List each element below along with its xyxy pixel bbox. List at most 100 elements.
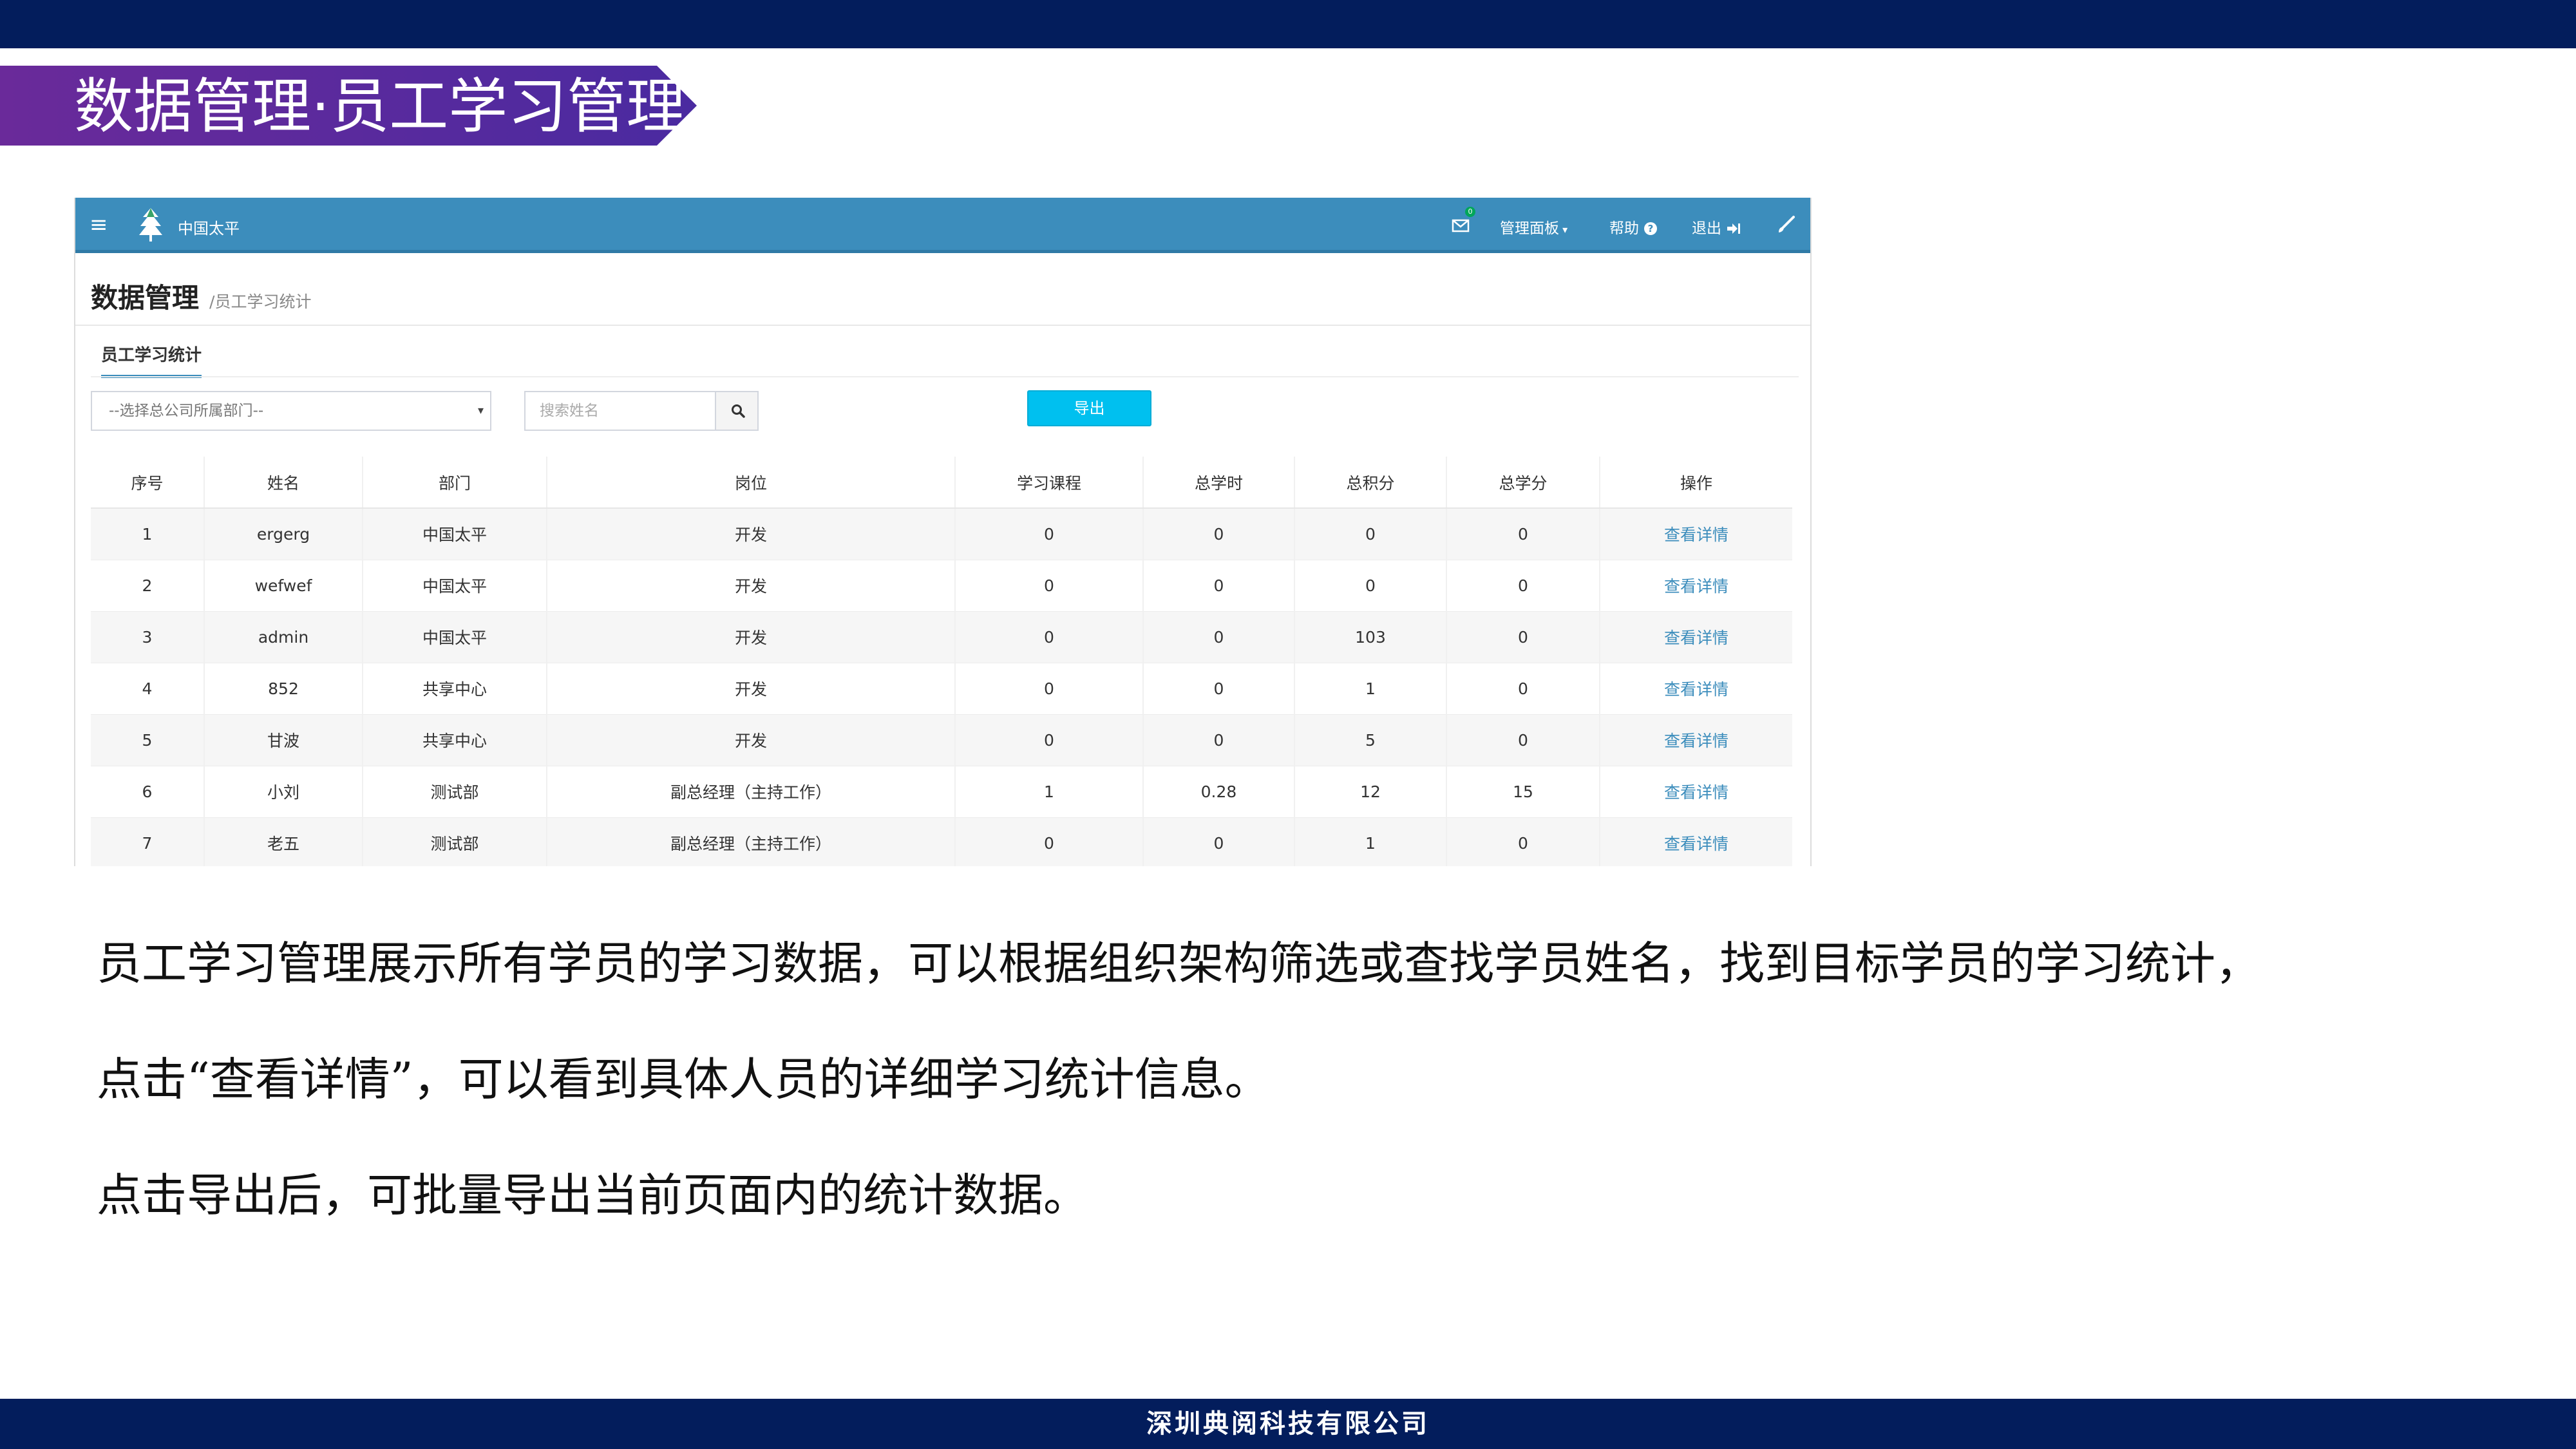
cell-hours: 0: [1142, 817, 1294, 866]
cell-points: 5: [1294, 714, 1446, 766]
department-select[interactable]: --选择总公司所属部门-- ▾: [91, 391, 491, 431]
app-navbar: ≡ 中国太平 0 管理面板 ▾ 帮助 ? 退出: [75, 198, 1810, 253]
company-name: 深圳典阅科技有限公司: [1146, 1408, 1430, 1439]
col-index[interactable]: 序号: [91, 457, 204, 509]
view-details-link[interactable]: 查看详情: [1599, 817, 1792, 866]
col-hours[interactable]: 总学时: [1142, 457, 1294, 509]
col-credits[interactable]: 总学分: [1446, 457, 1600, 509]
caret-down-icon: ▾: [477, 404, 484, 417]
cell-credits: 0: [1446, 611, 1600, 663]
view-details-link[interactable]: 查看详情: [1599, 559, 1792, 611]
table-row: 7 老五 测试部 副总经理（主持工作） 0 0 1 0 查看详情: [91, 817, 1792, 866]
cell-hours: 0: [1142, 507, 1294, 560]
cell-position: 开发: [546, 507, 955, 560]
col-action: 操作: [1599, 457, 1792, 509]
view-details-link[interactable]: 查看详情: [1599, 611, 1792, 663]
cell-name: 852: [204, 662, 363, 714]
col-name[interactable]: 姓名: [204, 457, 363, 509]
tab-divider: [91, 376, 1799, 377]
page-title: 数据管理: [91, 282, 200, 314]
tree-logo-icon: [139, 208, 162, 242]
cell-hours: 0: [1142, 611, 1294, 663]
table-row: 6 小刘 测试部 副总经理（主持工作） 1 0.28 12 15 查看详情: [91, 765, 1792, 817]
svg-text:?: ?: [1648, 223, 1654, 234]
cell-index: 1: [91, 507, 204, 560]
export-button[interactable]: 导出: [1027, 390, 1151, 426]
cell-courses: 0: [954, 507, 1143, 560]
cell-dept: 中国太平: [362, 611, 547, 663]
cell-points: 103: [1294, 611, 1446, 663]
search-button[interactable]: [715, 391, 759, 431]
table-row: 2 wefwef 中国太平 开发 0 0 0 0 查看详情: [91, 559, 1792, 611]
page-header: 数据管理/员工学习统计: [91, 276, 311, 316]
view-details-link[interactable]: 查看详情: [1599, 714, 1792, 766]
content-panel: 数据管理/员工学习统计 员工学习统计 --选择总公司所属部门-- ▾ 导出 序号…: [75, 260, 1810, 866]
cell-index: 6: [91, 765, 204, 817]
caret-down-icon: ▾: [1559, 223, 1568, 236]
nav-help[interactable]: 帮助 ?: [1609, 216, 1658, 238]
header-divider: [75, 325, 1810, 326]
nav-help-label: 帮助: [1609, 220, 1639, 237]
view-details-link[interactable]: 查看详情: [1599, 765, 1792, 817]
cell-points: 1: [1294, 662, 1446, 714]
cell-points: 12: [1294, 765, 1446, 817]
cell-position: 开发: [546, 714, 955, 766]
cell-hours: 0: [1142, 714, 1294, 766]
col-position[interactable]: 岗位: [546, 457, 955, 509]
col-dept[interactable]: 部门: [362, 457, 547, 509]
mail-badge: 0: [1465, 207, 1475, 217]
cell-courses: 0: [954, 817, 1143, 866]
cell-dept: 共享中心: [362, 714, 547, 766]
cell-courses: 0: [954, 611, 1143, 663]
description-line-3: 点击导出后，可批量导出当前页面内的统计数据。: [97, 1169, 1088, 1222]
app-screenshot: ≡ 中国太平 0 管理面板 ▾ 帮助 ? 退出 数据管理 /员工学习统计 员工学…: [74, 198, 1812, 866]
cell-name: 小刘: [204, 765, 363, 817]
cell-position: 副总经理（主持工作）: [546, 765, 955, 817]
cell-dept: 中国太平: [362, 559, 547, 611]
cell-dept: 测试部: [362, 765, 547, 817]
cell-hours: 0.28: [1142, 765, 1294, 817]
table-row: 1 ergerg 中国太平 开发 0 0 0 0 查看详情: [91, 507, 1792, 560]
department-select-value: --选择总公司所属部门--: [109, 402, 264, 419]
search-name-input[interactable]: [524, 391, 716, 431]
cell-dept: 共享中心: [362, 662, 547, 714]
view-details-link[interactable]: 查看详情: [1599, 507, 1792, 560]
table-row: 4 852 共享中心 开发 0 0 1 0 查看详情: [91, 662, 1792, 714]
tab-employee-stats[interactable]: 员工学习统计: [101, 342, 202, 378]
slide-top-bar: [0, 0, 2576, 48]
col-points[interactable]: 总积分: [1294, 457, 1446, 509]
cell-index: 2: [91, 559, 204, 611]
nav-panel-menu[interactable]: 管理面板 ▾: [1500, 216, 1567, 238]
nav-logout[interactable]: 退出: [1692, 216, 1741, 238]
view-details-link[interactable]: 查看详情: [1599, 662, 1792, 714]
cell-name: wefwef: [204, 559, 363, 611]
cell-position: 副总经理（主持工作）: [546, 817, 955, 866]
cell-credits: 0: [1446, 714, 1600, 766]
cell-points: 0: [1294, 507, 1446, 560]
cell-name: 甘波: [204, 714, 363, 766]
employee-study-table: 序号 姓名 部门 岗位 学习课程 总学时 总积分 总学分 操作 1 ergerg…: [91, 457, 1792, 866]
app-brand[interactable]: 中国太平: [178, 216, 240, 238]
cell-position: 开发: [546, 611, 955, 663]
cell-credits: 0: [1446, 662, 1600, 714]
cell-name: ergerg: [204, 507, 363, 560]
slide-title: 数据管理·员工学习管理: [74, 72, 686, 141]
col-courses[interactable]: 学习课程: [954, 457, 1143, 509]
brush-icon[interactable]: [1776, 214, 1796, 235]
nav-logout-label: 退出: [1692, 220, 1721, 237]
question-circle-icon: ?: [1644, 222, 1658, 235]
cell-points: 0: [1294, 559, 1446, 611]
cell-courses: 1: [954, 765, 1143, 817]
cell-index: 4: [91, 662, 204, 714]
cell-position: 开发: [546, 559, 955, 611]
breadcrumb[interactable]: /员工学习统计: [209, 292, 311, 311]
cell-courses: 0: [954, 559, 1143, 611]
cell-index: 7: [91, 817, 204, 866]
hamburger-icon[interactable]: ≡: [90, 212, 108, 238]
cell-courses: 0: [954, 662, 1143, 714]
slide-footer-bar: 深圳典阅科技有限公司: [0, 1399, 2576, 1449]
description-line-1: 员工学习管理展示所有学员的学习数据，可以根据组织架构筛选或查找学员姓名，找到目标…: [97, 937, 2260, 990]
cell-position: 开发: [546, 662, 955, 714]
cell-credits: 0: [1446, 507, 1600, 560]
mail-icon[interactable]: [1451, 216, 1470, 235]
